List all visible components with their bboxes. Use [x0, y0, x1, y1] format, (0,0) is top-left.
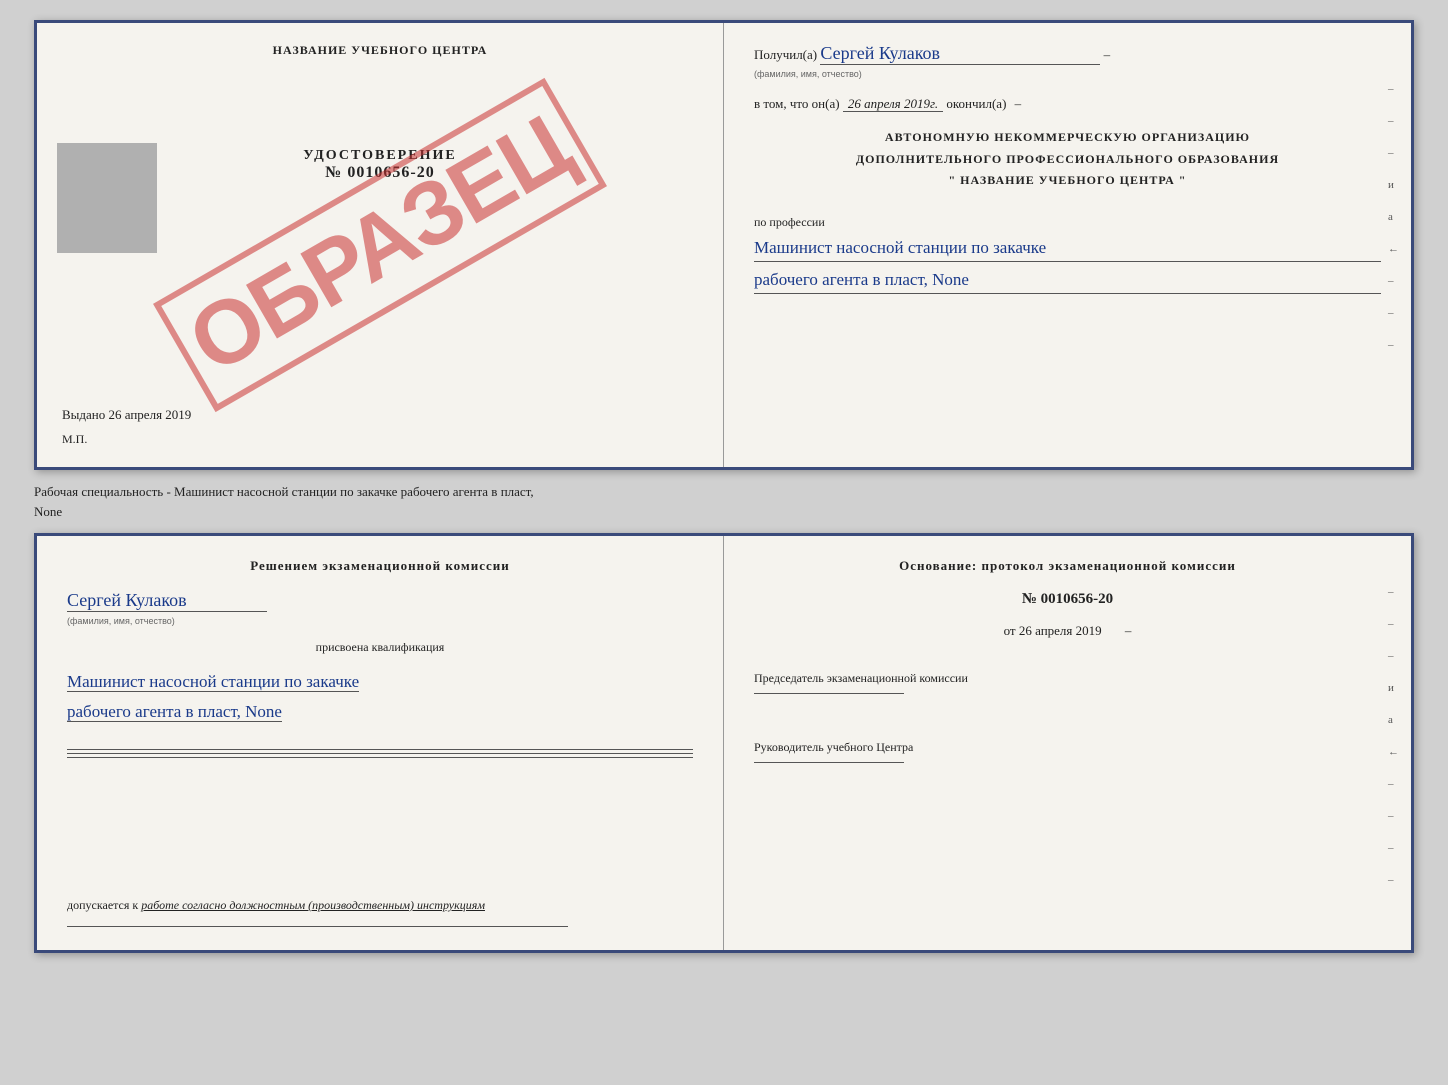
- rukovoditel-block: Руководитель учебного Центра: [754, 738, 1381, 768]
- udostoverenie-label: УДОСТОВЕРЕНИЕ: [62, 148, 698, 164]
- rukovoditel-line: [754, 762, 904, 763]
- dopusk-line: [67, 926, 568, 927]
- right-side-marks-top: – – – и а ← – – –: [1388, 83, 1399, 351]
- dopuskaetsya-block: допускается к работе согласно должностны…: [67, 898, 693, 913]
- photo-placeholder: [57, 143, 157, 253]
- document-top: НАЗВАНИЕ УЧЕБНОГО ЦЕНТРА УДОСТОВЕРЕНИЕ №…: [34, 20, 1414, 470]
- rukovoditel-label: Руководитель учебного Центра: [754, 738, 1381, 757]
- predsedatel-line: [754, 693, 904, 694]
- po-professii: по профессии Машинист насосной станции п…: [754, 215, 1381, 294]
- blank-lines: [67, 746, 693, 761]
- middle-line2: None: [34, 502, 1414, 522]
- poluchil-row: Получил(а) Сергей Кулаков – (фамилия, им…: [754, 43, 1381, 81]
- doc-bottom-left: Решением экзаменационной комиссии Сергей…: [37, 536, 724, 950]
- udostoverenie-number: № 0010656-20: [62, 164, 698, 182]
- okonchil-label: окончил(а): [946, 96, 1006, 111]
- vydano-date: 26 апреля 2019: [109, 407, 192, 422]
- predsedatel-block: Председатель экзаменационной комиссии: [754, 669, 1381, 718]
- org-block: АВТОНОМНУЮ НЕКОММЕРЧЕСКУЮ ОРГАНИЗАЦИЮ ДО…: [754, 127, 1381, 192]
- vtom-date: 26 апреля 2019г.: [843, 96, 943, 112]
- org-line3: " НАЗВАНИЕ УЧЕБНОГО ЦЕНТРА ": [754, 170, 1381, 192]
- right-side-marks-bottom: – – – и а ← – – – –: [1388, 586, 1399, 886]
- mp-label: М.П.: [62, 432, 698, 447]
- dash1: –: [1104, 47, 1111, 62]
- protocol-date-prefix: от: [1004, 623, 1016, 638]
- vydano-row: Выдано 26 апреля 2019: [62, 407, 698, 428]
- qualification-block: Машинист насосной станции по закачке раб…: [67, 667, 693, 728]
- page-wrapper: НАЗВАНИЕ УЧЕБНОГО ЦЕНТРА УДОСТОВЕРЕНИЕ №…: [0, 0, 1448, 1085]
- bottom-name-block: Сергей Кулаков (фамилия, имя, отчество): [67, 585, 693, 628]
- document-bottom: Решением экзаменационной комиссии Сергей…: [34, 533, 1414, 953]
- org-line2: ДОПОЛНИТЕЛЬНОГО ПРОФЕССИОНАЛЬНОГО ОБРАЗО…: [754, 149, 1381, 171]
- blank-line2: [67, 753, 693, 754]
- blank-line3: [67, 757, 693, 758]
- top-center-title: НАЗВАНИЕ УЧЕБНОГО ЦЕНТРА: [62, 43, 698, 58]
- vtom-row: в том, что он(а) 26 апреля 2019г. окончи…: [754, 96, 1381, 112]
- poluchil-label: Получил(а): [754, 47, 817, 62]
- predsedatel-label: Председатель экзаменационной комиссии: [754, 669, 1381, 688]
- dopusk-work: работе согласно должностным (производств…: [141, 898, 485, 912]
- doc-left: НАЗВАНИЕ УЧЕБНОГО ЦЕНТРА УДОСТОВЕРЕНИЕ №…: [37, 23, 724, 467]
- profession-line1: Машинист насосной станции по закачке: [754, 234, 1381, 262]
- org-line1: АВТОНОМНУЮ НЕКОММЕРЧЕСКУЮ ОРГАНИЗАЦИЮ: [754, 127, 1381, 149]
- profession-line2: рабочего агента в пласт, None: [754, 266, 1381, 294]
- protocol-number: № 0010656-20: [754, 591, 1381, 608]
- fio-hint-bottom: (фамилия, имя, отчество): [67, 616, 175, 626]
- decision-title: Решением экзаменационной комиссии: [67, 556, 693, 577]
- udostoverenie-block: УДОСТОВЕРЕНИЕ № 0010656-20: [62, 148, 698, 182]
- obrazec-stamp: ОБРАЗЕЦ: [153, 78, 607, 412]
- doc-right: Получил(а) Сергей Кулаков – (фамилия, им…: [724, 23, 1411, 467]
- prisvoena-label: присвоена квалификация: [67, 640, 693, 655]
- qualification-line2: рабочего агента в пласт, None: [67, 702, 282, 722]
- dopuskaetsya-label: допускается к: [67, 898, 138, 912]
- doc-bottom-right: Основание: протокол экзаменационной коми…: [724, 536, 1411, 950]
- po-professii-label: по профессии: [754, 215, 825, 229]
- okonchil-dash: –: [1015, 96, 1022, 111]
- vtom-label: в том, что он(а): [754, 96, 840, 111]
- middle-line1: Рабочая специальность - Машинист насосно…: [34, 482, 1414, 502]
- protocol-date: от 26 апреля 2019 –: [754, 623, 1381, 639]
- qualification-line1: Машинист насосной станции по закачке: [67, 672, 359, 692]
- vydano-label: Выдано: [62, 407, 105, 422]
- poluchil-name: Сергей Кулаков: [820, 43, 1100, 65]
- fio-hint-top: (фамилия, имя, отчество): [754, 69, 862, 79]
- osnovanie-title: Основание: протокол экзаменационной коми…: [754, 556, 1381, 576]
- middle-text: Рабочая специальность - Машинист насосно…: [34, 478, 1414, 525]
- protocol-date-value: 26 апреля 2019: [1019, 623, 1102, 638]
- bottom-name: Сергей Кулаков: [67, 590, 267, 612]
- blank-line1: [67, 749, 693, 750]
